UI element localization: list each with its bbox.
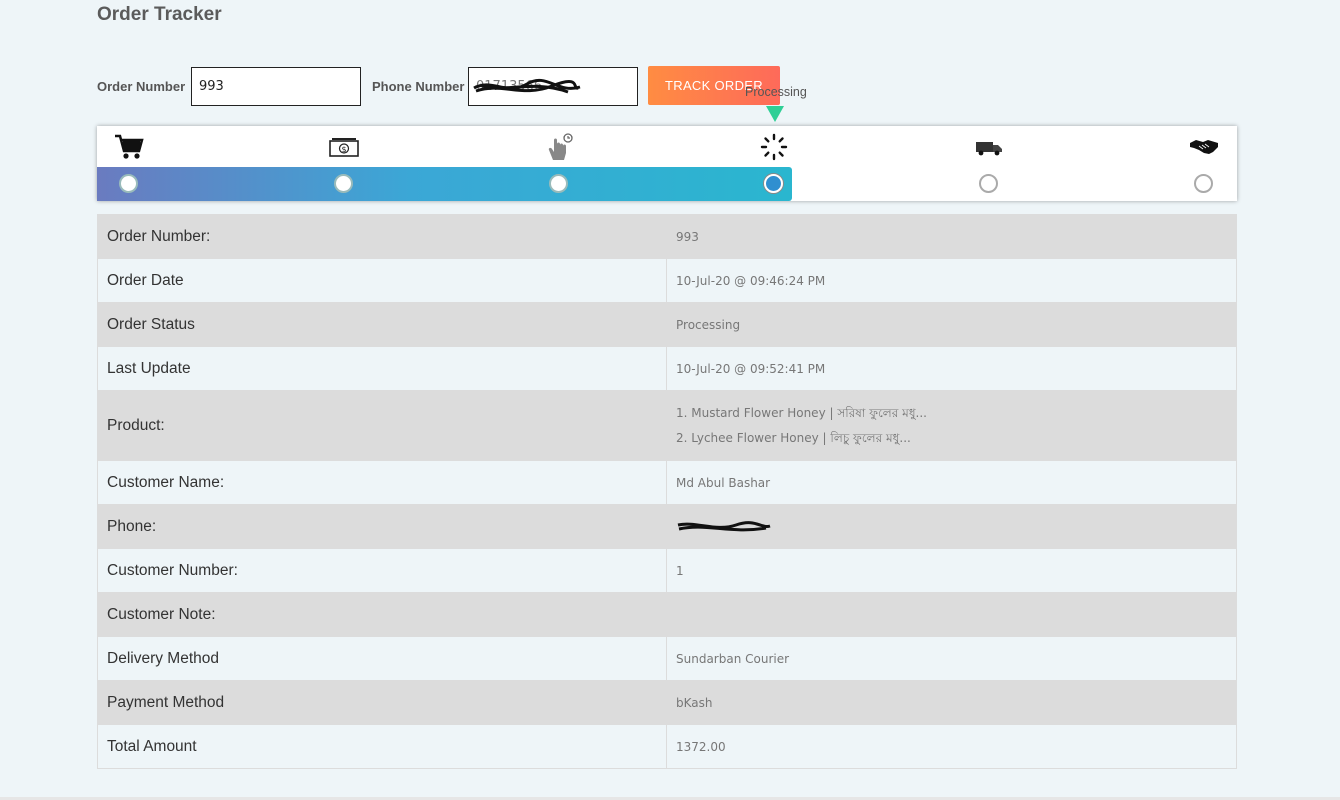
table-row: Payment Method bKash [97,680,1237,725]
table-row: Customer Note: [97,592,1237,637]
row-value: 10-Jul-20 @ 09:52:41 PM [666,346,1237,391]
row-key: Order Status [97,302,667,347]
page-title: Order Tracker [97,4,222,25]
cash-icon: $ [329,133,359,161]
row-key: Customer Number: [97,548,667,593]
order-number-input[interactable] [191,67,361,106]
row-key: Payment Method [97,680,667,725]
row-value: Processing [666,302,1237,347]
row-key: Total Amount [97,724,667,769]
step-marker [549,174,568,193]
row-value: Md Abul Bashar [666,460,1237,505]
order-details-table: Order Number: 993 Order Date 10-Jul-20 @… [97,214,1237,769]
progress-bar [97,167,792,201]
table-row: Order Date 10-Jul-20 @ 09:46:24 PM [97,258,1237,303]
row-value: bKash [666,680,1237,725]
table-row: Customer Name: Md Abul Bashar [97,460,1237,505]
row-value: 1372.00 [666,724,1237,769]
track-form: Order Number Phone Number TRACK ORDER [97,66,797,106]
table-row: Total Amount 1372.00 [97,724,1237,769]
status-tooltip: Processing [745,85,807,99]
table-row: Phone: [97,504,1237,549]
row-value: 1 [666,548,1237,593]
product-list: 1. Mustard Flower Honey | সরিষা ফুলের মধ… [666,390,1237,461]
row-key: Customer Note: [97,592,667,637]
product-item[interactable]: 2. Lychee Flower Honey | লিচু ফুলের মধু.… [676,426,1236,451]
table-row: Customer Number: 1 [97,548,1237,593]
svg-text:$: $ [341,145,346,154]
phone-value-redacted [666,504,1237,549]
status-tooltip-arrow [766,106,784,122]
table-row: Order Status Processing [97,302,1237,347]
spinner-icon [759,133,789,161]
row-value: 993 [666,214,1237,259]
hand-clock-icon [544,133,574,161]
row-value [666,592,1237,637]
row-key: Order Date [97,258,667,303]
product-item[interactable]: 1. Mustard Flower Honey | সরিষা ফুলের মধ… [676,401,1236,426]
truck-icon [974,133,1004,161]
table-row: Last Update 10-Jul-20 @ 09:52:41 PM [97,346,1237,391]
phone-number-label: Phone Number [372,79,465,94]
table-row: Order Number: 993 [97,214,1237,259]
row-key: Delivery Method [97,636,667,681]
table-row: Delivery Method Sundarban Courier [97,636,1237,681]
cart-icon [114,133,144,161]
row-value: 10-Jul-20 @ 09:46:24 PM [666,258,1237,303]
order-number-label: Order Number [97,79,186,94]
row-key: Order Number: [97,214,667,259]
row-key: Customer Name: [97,460,667,505]
redaction-scribble [677,520,771,531]
step-marker [979,174,998,193]
row-key: Last Update [97,346,667,391]
step-marker [334,174,353,193]
handshake-icon [1189,133,1219,161]
step-marker [1194,174,1213,193]
table-row: Product: 1. Mustard Flower Honey | সরিষা… [97,390,1237,461]
row-key: Phone: [97,504,667,549]
row-key: Product: [97,390,667,461]
phone-number-input[interactable] [468,67,638,106]
order-progress-tracker: $ [97,126,1237,201]
step-marker-current [764,174,783,193]
step-marker [119,174,138,193]
row-value: Sundarban Courier [666,636,1237,681]
